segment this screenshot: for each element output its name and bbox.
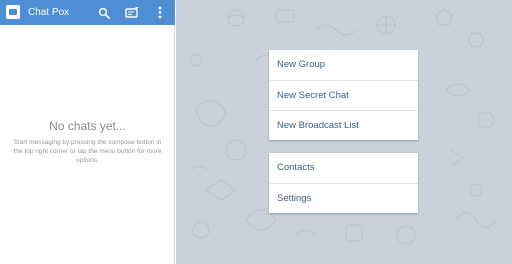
empty-state-text: Start messaging by pressing the compose …: [13, 139, 162, 164]
menu-item-contacts[interactable]: Contacts: [269, 153, 418, 183]
app-window: Chat Pox No chats yet... Start messaging…: [0, 0, 512, 264]
settings-menu-card: Contacts Settings: [269, 153, 418, 213]
menu-item-new-secret-chat[interactable]: New Secret Chat: [269, 80, 418, 110]
background-pane: New Group New Secret Chat New Broadcast …: [176, 0, 512, 264]
menu-item-settings[interactable]: Settings: [269, 183, 418, 213]
compose-icon[interactable]: [123, 3, 141, 22]
chat-list-pane: Chat Pox No chats yet... Start messaging…: [0, 0, 175, 264]
search-icon[interactable]: [95, 3, 113, 22]
app-toolbar: Chat Pox: [0, 0, 175, 25]
new-chat-menu-card: New Group New Secret Chat New Broadcast …: [269, 50, 418, 140]
app-logo-icon: [6, 5, 20, 19]
empty-state: No chats yet... Start messaging by press…: [0, 118, 175, 165]
empty-state-title: No chats yet...: [49, 119, 126, 133]
app-title: Chat Pox: [28, 7, 70, 18]
menu-item-new-group[interactable]: New Group: [269, 50, 418, 80]
more-vert-icon[interactable]: [151, 3, 169, 22]
menu-item-new-broadcast-list[interactable]: New Broadcast List: [269, 110, 418, 140]
